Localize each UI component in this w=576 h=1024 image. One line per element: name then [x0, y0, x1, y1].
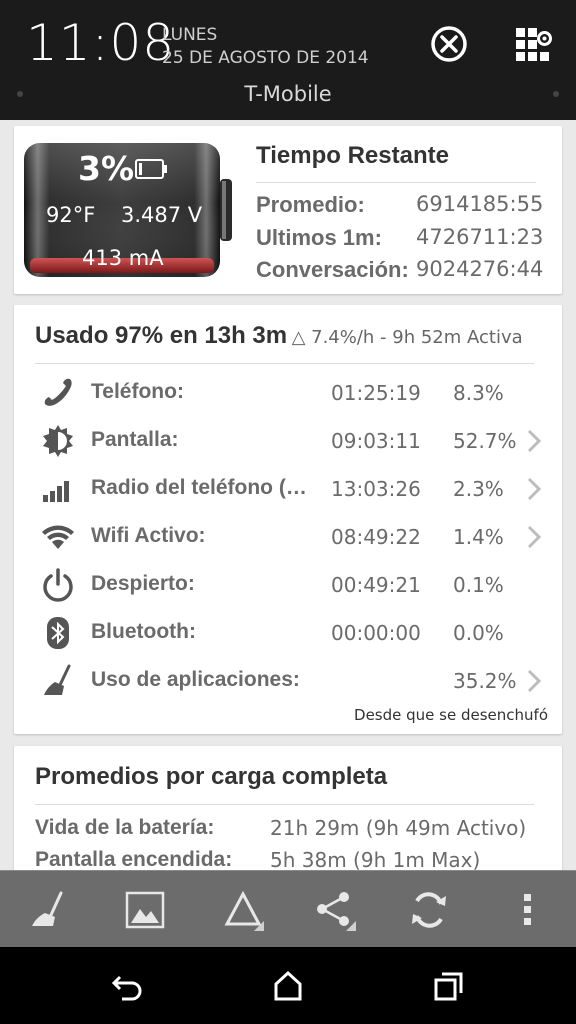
- back-icon[interactable]: [110, 969, 144, 1003]
- remaining-value: 4726711:23: [416, 225, 544, 249]
- home-icon[interactable]: [271, 969, 305, 1003]
- carrier-label: T-Mobile: [244, 82, 332, 106]
- usage-row-screen[interactable]: Pantalla: 09:03:11 52.7%: [14, 417, 562, 465]
- recents-icon[interactable]: [432, 969, 466, 1003]
- brightness-icon: [43, 425, 73, 457]
- delta-icon[interactable]: [222, 889, 264, 931]
- usage-row-apps[interactable]: Uso de aplicaciones: 35.2%: [14, 657, 562, 705]
- usage-row-bluetooth[interactable]: Bluetooth: 00:00:00 0.0%: [14, 609, 562, 657]
- averages-value: 5h 38m (9h 1m Max): [270, 848, 481, 872]
- remaining-title: Tiempo Restante: [256, 142, 449, 169]
- remaining-row: Promedio: 6914185:55: [256, 192, 548, 222]
- broom-icon: [44, 664, 71, 695]
- clear-notifications-icon[interactable]: [429, 24, 469, 64]
- usage-time: 00:49:21: [331, 573, 421, 597]
- averages-label: Pantalla encendida:: [35, 848, 233, 871]
- usage-label: Despierto:: [91, 572, 195, 595]
- usage-header: Usado 97% en 13h 3m △ 7.4%/h - 9h 52m Ac…: [35, 322, 555, 350]
- usage-row-radio[interactable]: Radio del teléfono (… 13:03:26 2.3%: [14, 465, 562, 513]
- since-unplugged-note: Desde que se desenchufó: [354, 706, 548, 724]
- battery-current: 413 mA: [82, 246, 164, 270]
- remaining-value: 6914185:55: [416, 192, 544, 216]
- battery-temperature: 92°F: [46, 203, 96, 227]
- averages-title: Promedios por carga completa: [35, 763, 388, 790]
- usage-row-wifi[interactable]: Wifi Activo: 08:49:22 1.4%: [14, 513, 562, 561]
- refresh-icon[interactable]: [408, 889, 450, 931]
- divider: [35, 363, 534, 364]
- usage-label: Uso de aplicaciones:: [91, 668, 300, 691]
- date-block: LUNES 25 DE AGOSTO DE 2014: [162, 24, 369, 70]
- usage-percent: 8.3%: [453, 381, 504, 405]
- usage-time: 01:25:19: [331, 381, 421, 405]
- overflow-menu-icon[interactable]: [507, 889, 549, 931]
- remaining-row: Conversación: 9024276:44: [256, 257, 548, 287]
- chevron-right-icon[interactable]: [526, 476, 542, 502]
- bottom-toolbar: [0, 870, 576, 947]
- usage-percent: 0.1%: [453, 573, 504, 597]
- usage-time: 09:03:11: [331, 429, 421, 453]
- power-icon: [43, 568, 73, 602]
- usage-percent: 52.7%: [453, 429, 517, 453]
- battery-summary-card[interactable]: 3% 92°F 3.487 V 413 mA Tiempo Restante P…: [14, 126, 562, 294]
- navigation-bar: [0, 947, 576, 1024]
- usage-label: Teléfono:: [91, 380, 184, 403]
- date-label: 25 DE AGOSTO DE 2014: [162, 48, 369, 68]
- share-icon[interactable]: [314, 889, 356, 931]
- notification-header: 11:08 LUNES 25 DE AGOSTO DE 2014 T-Mobil…: [0, 0, 576, 120]
- battery-voltage: 3.487 V: [121, 203, 203, 227]
- remaining-label: Conversación:: [256, 257, 409, 282]
- averages-value: 21h 29m (9h 49m Activo): [270, 816, 527, 840]
- usage-label: Bluetooth:: [91, 620, 196, 643]
- usage-percent: 2.3%: [453, 477, 504, 501]
- usage-detail: △ 7.4%/h - 9h 52m Activa: [291, 327, 523, 348]
- usage-row-awake[interactable]: Despierto: 00:49:21 0.1%: [14, 561, 562, 609]
- usage-percent: 1.4%: [453, 525, 504, 549]
- usage-label: Radio del teléfono (…: [91, 476, 307, 499]
- divider: [35, 804, 534, 805]
- chevron-right-icon[interactable]: [526, 668, 542, 694]
- quick-settings-icon[interactable]: [514, 26, 552, 64]
- averages-label: Vida de la batería:: [35, 816, 215, 839]
- usage-card: Usado 97% en 13h 3m △ 7.4%/h - 9h 52m Ac…: [14, 305, 562, 734]
- wifi-icon: [42, 525, 74, 549]
- usage-time: 13:03:26: [331, 477, 421, 501]
- day-label: LUNES: [162, 25, 218, 45]
- bluetooth-icon: [47, 617, 69, 649]
- image-icon[interactable]: [124, 889, 166, 931]
- usage-row-phone[interactable]: Teléfono: 01:25:19 8.3%: [14, 369, 562, 417]
- remaining-value: 9024276:44: [416, 257, 544, 281]
- divider: [256, 182, 536, 183]
- remaining-label: Ultimos 1m:: [256, 225, 382, 250]
- usage-time: 08:49:22: [331, 525, 421, 549]
- usage-percent: 0.0%: [453, 621, 504, 645]
- battery-gauge: 3% 92°F 3.487 V 413 mA: [24, 141, 234, 279]
- usage-percent: 35.2%: [453, 669, 517, 693]
- battery-percent: 3%: [78, 149, 135, 188]
- remaining-label: Promedio:: [256, 192, 365, 217]
- usage-label: Pantalla:: [91, 428, 179, 451]
- usage-time: 00:00:00: [331, 621, 421, 645]
- page-indicator-dot: [553, 91, 559, 97]
- usage-label: Wifi Activo:: [91, 524, 206, 547]
- clock: 11:08: [26, 14, 176, 72]
- chevron-right-icon[interactable]: [526, 524, 542, 550]
- averages-card: Promedios por carga completa Vida de la …: [14, 746, 562, 876]
- chevron-right-icon[interactable]: [526, 428, 542, 454]
- phone-icon: [44, 378, 72, 406]
- battery-small-icon: [135, 159, 167, 179]
- remaining-row: Ultimos 1m: 4726711:23: [256, 225, 548, 255]
- signal-icon: [43, 481, 69, 502]
- broom-icon[interactable]: [27, 889, 69, 931]
- usage-headline: Usado 97% en 13h 3m: [35, 322, 288, 349]
